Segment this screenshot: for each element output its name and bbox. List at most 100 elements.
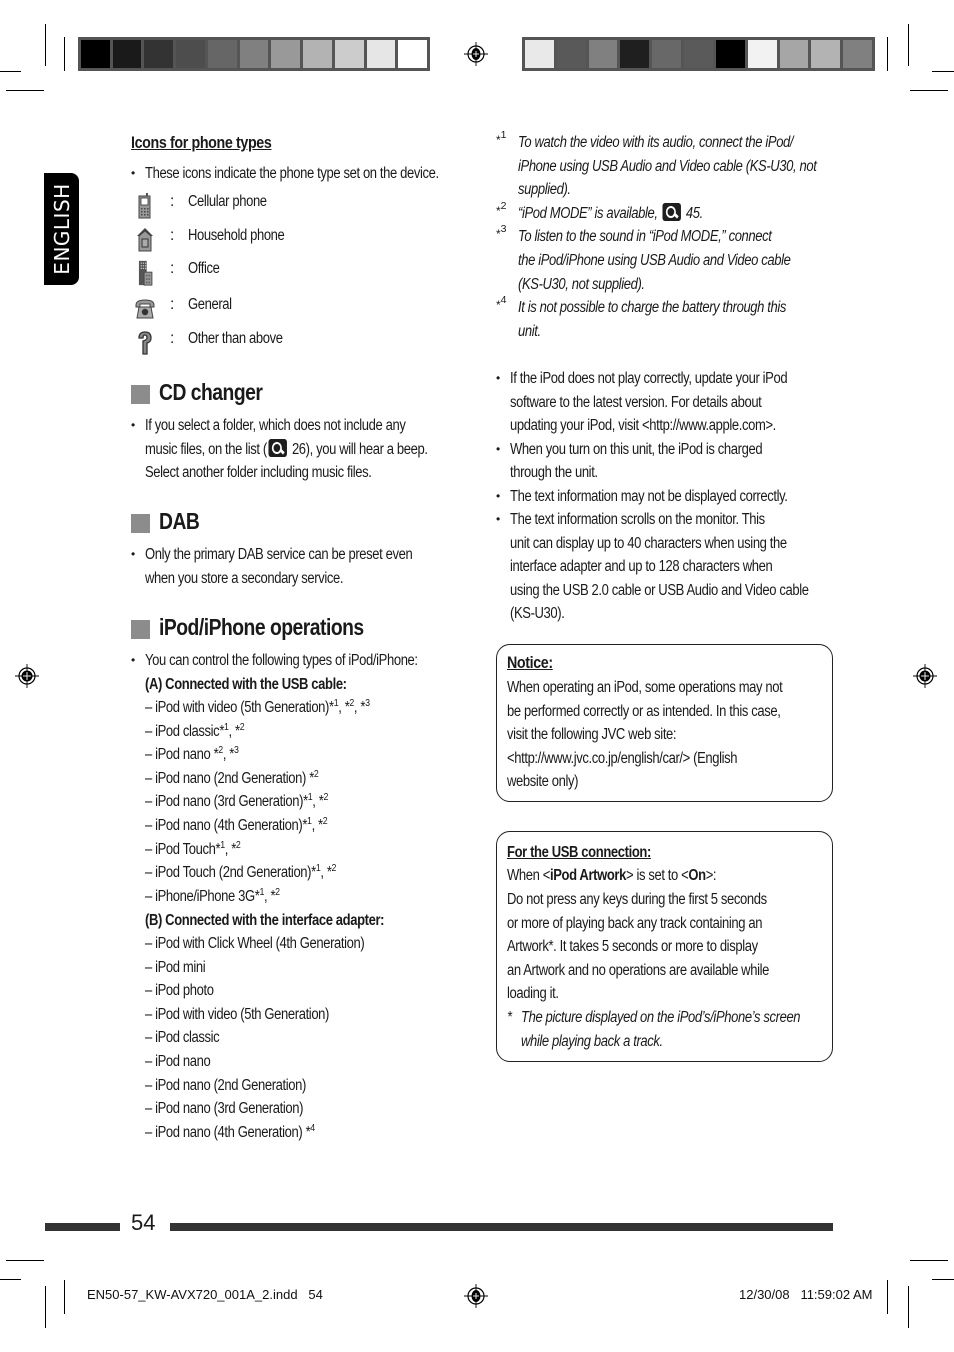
body-line: or more of playing back any track contai… <box>507 912 811 936</box>
body-text: an Artwork and no operations are availab… <box>507 961 769 979</box>
body-text: loading it. <box>507 985 559 1003</box>
phone-icons-intro: These icons indicate the phone type set … <box>131 162 495 186</box>
separator: : <box>170 330 174 347</box>
slug-datetime: 12/30/08 11:59:02 AM <box>739 1287 873 1302</box>
note-text: unit can display up to 40 characters whe… <box>510 534 787 552</box>
footnote-ref: 2 <box>323 791 328 804</box>
list-item: – iPhone/iPhone 3G*1, *2 <box>145 885 305 909</box>
usb-box-setting: When <iPod Artwork> is set to <On>: <box>507 867 717 884</box>
language-tab: ENGLISH <box>44 173 79 285</box>
note-text: When you turn on this unit, the iPod is … <box>510 440 763 458</box>
color-swatch <box>366 40 396 68</box>
household-phone-icon <box>137 228 153 252</box>
note-text: (KS-U30). <box>510 605 565 622</box>
cd-changer-heading: CD changer <box>159 379 263 405</box>
body-line: When operating an iPod, some operations … <box>507 676 835 700</box>
note-bullet: The text information may not be displaye… <box>496 485 840 509</box>
separator: : <box>170 296 174 313</box>
list-item-text: – iPod nano (3rd Generation)*1, *2 <box>145 791 328 811</box>
list-item: – iPod mini <box>145 956 217 980</box>
color-swatch <box>525 40 554 68</box>
footnote-ref: 1 <box>259 885 264 898</box>
registration-mark-icon <box>464 1284 488 1308</box>
list-item: – iPod classic*1, *2 <box>145 720 263 744</box>
crop-mark <box>64 1280 65 1314</box>
body-text: Do not press any keys during the first 5… <box>507 891 767 908</box>
footnote-line: the iPod/iPhone using USB Audio and Vide… <box>518 252 791 269</box>
footnote-ref: 1 <box>333 697 339 709</box>
list-item-text: – iPod nano <box>145 1053 211 1070</box>
footnote-ref: 2 <box>235 838 241 851</box>
crop-mark <box>64 37 65 71</box>
note-line: through the unit. <box>510 461 614 485</box>
footnote-ref: 2 <box>313 767 319 780</box>
crop-mark <box>932 1279 954 1280</box>
cd-changer-note: If you select a folder, which does not i… <box>131 414 481 485</box>
footnote-ref: 3 <box>365 697 370 709</box>
registration-mark-icon <box>913 664 937 688</box>
list-item-text: – iPod mini <box>145 958 206 976</box>
color-swatch <box>271 40 301 68</box>
footnote-line: “iPod MODE” is available, 45. <box>518 202 703 222</box>
general-phone-icon <box>135 299 155 319</box>
color-swatch <box>334 40 364 68</box>
list-item: – iPod nano (4th Generation)*1, *2 <box>145 814 362 838</box>
list-item-text: – iPod Touch*1, *2 <box>145 838 241 858</box>
note-text: through the unit. <box>510 464 598 481</box>
crop-mark <box>45 24 46 66</box>
footnote-text: iPhone using USB Audio and Video cable (… <box>518 155 873 179</box>
footnote-ref: 2 <box>349 697 354 709</box>
footnote-ref: 1 <box>315 862 321 875</box>
body-line: an Artwork and no operations are availab… <box>507 959 819 983</box>
crop-mark <box>45 1286 46 1328</box>
crop-mark <box>887 37 888 71</box>
footnote-text: It is not possible to charge the battery… <box>518 296 837 320</box>
footnote-line: supplied). <box>518 181 571 199</box>
color-swatch <box>81 40 110 68</box>
note-bullet: If the iPod does not play correctly, upd… <box>496 367 840 391</box>
list-item: – iPod Touch*1, *2 <box>145 838 259 862</box>
footnote-text: To listen to the sound in “iPod MODE,” c… <box>518 225 820 249</box>
list-item-text: – iPod nano *2, *3 <box>145 744 239 764</box>
color-swatch <box>112 40 142 68</box>
phone-type-text: Office <box>188 260 220 277</box>
color-swatch <box>843 40 872 68</box>
footnote-ref: 1 <box>307 815 312 827</box>
list-item-text: – iPod nano (3rd Generation) <box>145 1100 304 1118</box>
body-line: visit the following JVC web site: <box>507 723 708 747</box>
registration-mark-icon <box>464 42 488 66</box>
list-item: – iPod nano (3rd Generation) <box>145 1097 333 1121</box>
separator: : <box>170 227 174 244</box>
color-calibration-bar-right <box>522 37 875 71</box>
crop-mark <box>910 1260 948 1261</box>
crop-mark <box>0 1279 21 1280</box>
body-text: When operating an iPod, some operations … <box>507 679 783 696</box>
body-text: website only) <box>507 773 579 791</box>
list-item-text: – iPod nano (2nd Generation) <box>145 1076 306 1094</box>
footnote-number: 3 <box>500 223 507 236</box>
note-text: interface adapter and up to 128 characte… <box>510 558 773 575</box>
footnote-line: To watch the video with its audio, conne… <box>518 134 794 151</box>
note-line: interface adapter and up to 128 characte… <box>510 555 822 579</box>
color-swatch <box>239 40 269 68</box>
note-line: software to the latest version. For deta… <box>510 391 809 415</box>
phone-type-text: Household phone <box>188 227 285 244</box>
slug-filename: EN50-57_KW-AVX720_001A_2.indd 54 <box>87 1287 323 1302</box>
crop-mark <box>6 90 44 91</box>
footnote-ref: 2 <box>275 885 280 898</box>
color-swatch <box>144 40 174 68</box>
phone-type-label: Other than above <box>188 327 301 351</box>
body-text: be performed correctly or as intended. I… <box>507 702 781 720</box>
footnote-text: supplied). <box>518 178 581 202</box>
list-item: – iPod nano (3rd Generation)*1, *2 <box>145 790 363 814</box>
page-reference-icon <box>268 438 288 457</box>
ipod-intro: You can control the following types of i… <box>131 649 470 673</box>
color-swatch <box>620 40 650 68</box>
color-swatch <box>398 40 428 68</box>
body-text: <http://www.jvc.co.jp/english/car/> (Eng… <box>507 749 738 767</box>
list-item: – iPod nano (2nd Generation) *2 <box>145 767 351 791</box>
note-text: If the iPod does not play correctly, upd… <box>510 370 788 387</box>
page-reference-icon <box>662 202 682 221</box>
phone-type-label: Office <box>188 257 226 281</box>
body-line: Artwork*. It takes 5 seconds or more to … <box>507 935 805 959</box>
